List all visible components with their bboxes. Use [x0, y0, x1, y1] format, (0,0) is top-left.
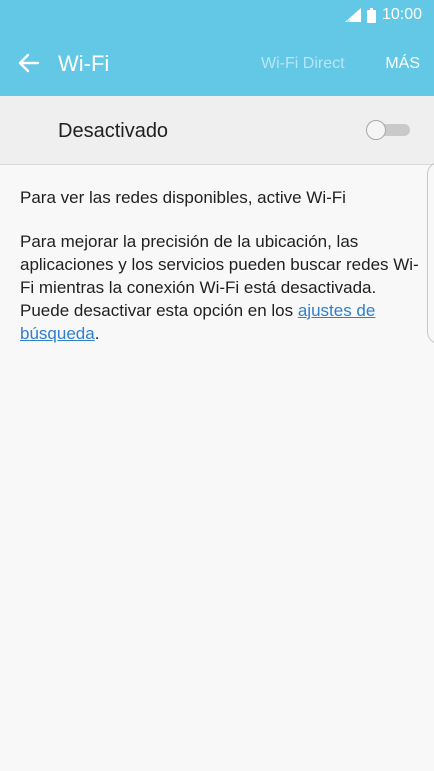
more-button[interactable]: MÁS [385, 54, 420, 74]
wifi-settings-screen: 10:00 Wi-Fi Wi-Fi Direct MÁS Desactivado… [0, 0, 434, 771]
battery-icon [366, 7, 376, 23]
wifi-status-label: Desactivado [58, 120, 169, 142]
location-accuracy-text: Para mejorar la precisión de la ubicació… [20, 230, 420, 345]
switch-thumb [366, 120, 386, 140]
wifi-info-content: Para ver las redes disponibles, active W… [20, 186, 420, 345]
back-arrow-icon[interactable] [16, 50, 42, 76]
available-networks-text: Para ver las redes disponibles, active W… [20, 188, 346, 207]
signal-icon [344, 8, 361, 22]
wifi-direct-button[interactable]: Wi-Fi Direct [261, 54, 345, 74]
wifi-switch[interactable] [366, 120, 412, 140]
page-title: Wi-Fi [58, 51, 110, 76]
status-time: 10:00 [381, 6, 422, 23]
status-icons: 10:00 [344, 6, 422, 24]
location-accuracy-end: . [94, 324, 100, 343]
status-bar: 10:00 [0, 0, 434, 32]
edge-panel-handle[interactable] [427, 162, 434, 344]
app-bar: Wi-Fi Wi-Fi Direct MÁS [0, 32, 434, 96]
wifi-toggle-row[interactable]: Desactivado [0, 96, 434, 165]
